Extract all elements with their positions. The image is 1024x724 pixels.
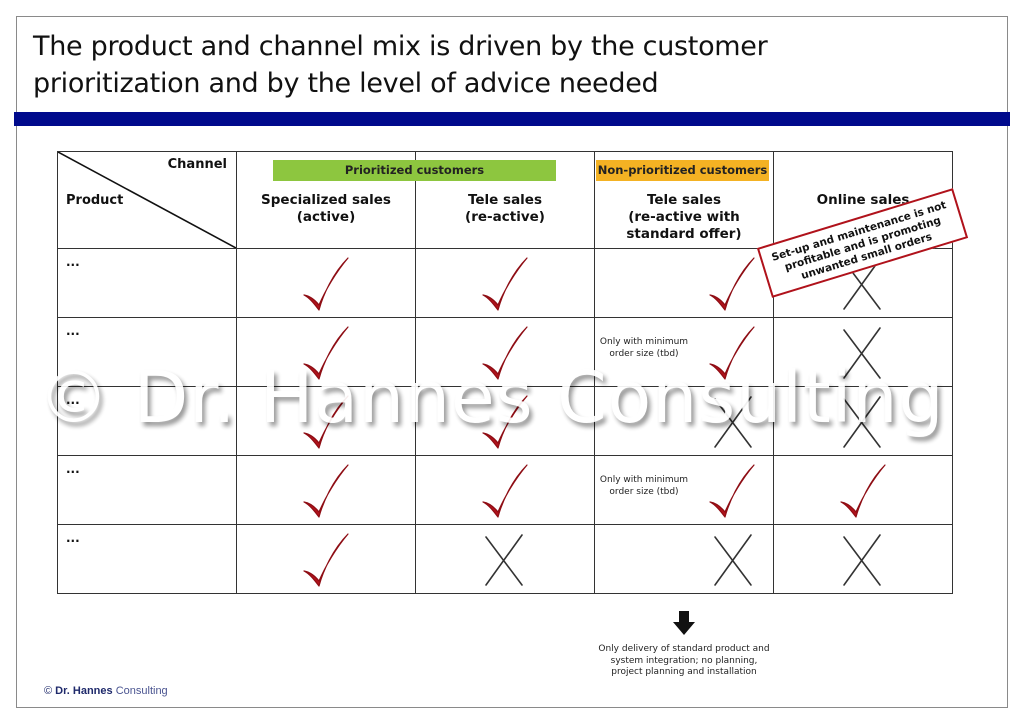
table-row: ... Only with minimum order size (tbd): [57, 455, 953, 525]
cell-note: Only with minimum order size (tbd): [599, 475, 689, 497]
matrix-cell: [415, 248, 595, 318]
matrix-cell: [236, 455, 416, 525]
check-mark-icon: [480, 324, 530, 386]
check-mark-icon: [301, 531, 351, 593]
cross-mark-icon: [840, 533, 884, 593]
matrix-cell: [415, 524, 595, 594]
column-header-line: Tele sales: [646, 192, 722, 208]
check-mark-icon: [838, 462, 888, 524]
cell-note: Only with minimum order size (tbd): [599, 337, 689, 359]
matrix-cell: [236, 317, 416, 387]
cross-mark-icon: [840, 326, 884, 386]
channel-product-matrix: Channel Product Specialized sales (active…: [57, 151, 953, 594]
matrix-cell: [594, 386, 774, 456]
channel-axis-label: Channel: [167, 157, 227, 172]
check-mark-icon: [301, 393, 351, 455]
check-mark-icon: [301, 324, 351, 386]
footer-brand: © Dr. Hannes Consulting: [44, 685, 168, 697]
table-row: ...: [57, 386, 953, 456]
row-label-cell: ...: [57, 455, 237, 525]
check-mark-icon: [707, 462, 757, 524]
cross-mark-icon: [840, 395, 884, 455]
slide-title: The product and channel mix is driven by…: [33, 31, 768, 99]
non-prioritized-customers-band: Non-prioritized customers: [596, 160, 769, 181]
cross-mark-icon: [711, 533, 755, 593]
matrix-cell: Only with minimum order size (tbd): [594, 455, 774, 525]
matrix-cell: Only with minimum order size (tbd): [594, 317, 774, 387]
check-mark-icon: [707, 324, 757, 386]
matrix-cell: [594, 524, 774, 594]
column-header-line: standard offer): [626, 226, 742, 242]
column-header-line: Tele sales: [467, 192, 543, 208]
matrix-cell: [773, 524, 953, 594]
brand-name-bold: Dr. Hannes: [55, 685, 113, 697]
row-label-cell: ...: [57, 317, 237, 387]
title-underline-bar: [14, 112, 1010, 126]
column-header-line: (re-active): [465, 209, 545, 225]
row-label: ...: [66, 462, 80, 476]
check-mark-icon: [480, 462, 530, 524]
matrix-cell: [415, 455, 595, 525]
matrix-cell: [773, 455, 953, 525]
brand-name-light: Consulting: [115, 685, 168, 697]
check-mark-icon: [707, 255, 757, 317]
column-header-line: (re-active with: [628, 209, 740, 225]
matrix-cell: [773, 386, 953, 456]
copyright-symbol: ©: [44, 685, 53, 697]
matrix-cell: [236, 386, 416, 456]
corner-cell: Channel Product: [57, 151, 237, 249]
cross-mark-icon: [711, 395, 755, 455]
column-header-line: (active): [296, 209, 356, 225]
row-label: ...: [66, 255, 80, 269]
matrix-cell: [594, 248, 774, 318]
row-label: ...: [66, 324, 80, 338]
row-label-cell: ...: [57, 248, 237, 318]
cross-mark-icon: [482, 533, 526, 593]
matrix-body: ... ... Only with minimum order size (tb…: [57, 248, 953, 594]
column-header-label: Tele sales (re-active with standard offer): [595, 192, 773, 243]
matrix-cell: [236, 248, 416, 318]
matrix-cell: [415, 317, 595, 387]
row-label-cell: ...: [57, 524, 237, 594]
matrix-cell: [236, 524, 416, 594]
column-header-line: Specialized sales: [261, 192, 391, 208]
check-mark-icon: [301, 255, 351, 317]
check-mark-icon: [301, 462, 351, 524]
matrix-cell: [773, 317, 953, 387]
matrix-cell: [415, 386, 595, 456]
bottom-note: Only delivery of standard product and sy…: [598, 644, 770, 677]
table-row: ...: [57, 524, 953, 594]
prioritized-customers-band: Prioritized customers: [273, 160, 556, 181]
down-arrow-icon: [673, 611, 695, 639]
row-label: ...: [66, 531, 80, 545]
product-axis-label: Product: [66, 193, 124, 208]
row-label-cell: ...: [57, 386, 237, 456]
check-mark-icon: [480, 255, 530, 317]
check-mark-icon: [480, 393, 530, 455]
column-header-label: Tele sales (re-active): [416, 192, 594, 226]
table-row: ... Only with minimum order size (tbd): [57, 317, 953, 387]
row-label: ...: [66, 393, 80, 407]
column-header-label: Specialized sales (active): [237, 192, 415, 226]
